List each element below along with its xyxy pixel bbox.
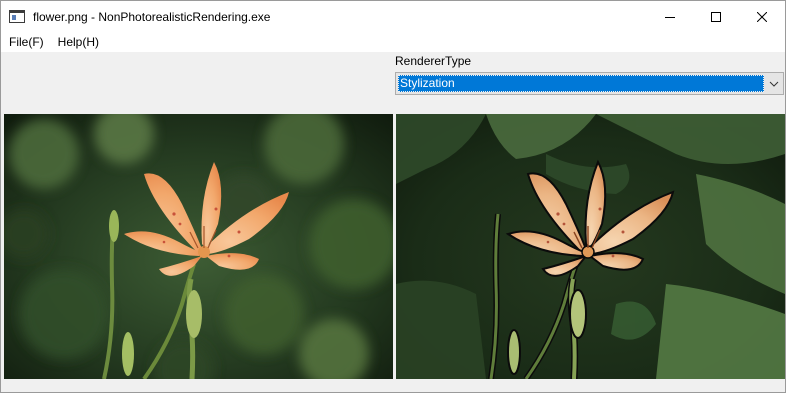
close-icon: [757, 11, 767, 22]
window-title: flower.png - NonPhotorealisticRendering.…: [33, 9, 271, 24]
title-bar[interactable]: flower.png - NonPhotorealisticRendering.…: [1, 1, 785, 32]
status-area: [1, 379, 785, 392]
menu-help[interactable]: Help(H): [51, 32, 106, 52]
minimize-button[interactable]: [647, 1, 693, 32]
renderer-type-label: RendererType: [395, 54, 472, 68]
minimize-icon: [665, 16, 675, 18]
menu-file[interactable]: File(F): [1, 32, 51, 52]
window-app-icon[interactable]: [9, 10, 25, 23]
chevron-down-icon[interactable]: [769, 79, 779, 89]
app-window: flower.png - NonPhotorealisticRendering.…: [0, 0, 786, 393]
renderer-type-selected: Stylization: [398, 75, 764, 92]
menu-bar: File(F) Help(H): [1, 32, 785, 52]
close-button[interactable]: [739, 1, 785, 32]
renderer-type-dropdown[interactable]: Stylization: [395, 72, 784, 95]
maximize-icon: [711, 11, 721, 22]
caption-buttons: [647, 1, 785, 32]
photo-image: [4, 114, 393, 379]
maximize-button[interactable]: [693, 1, 739, 32]
stylized-image: [396, 114, 785, 379]
